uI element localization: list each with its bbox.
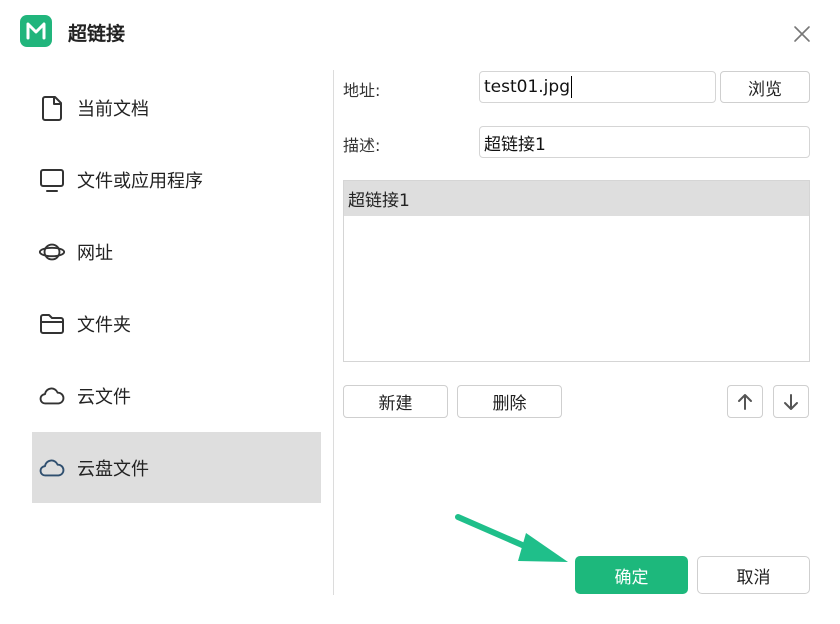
- arrow-down-icon: [784, 393, 798, 410]
- cloud-drive-icon: [38, 454, 66, 482]
- planet-icon: [38, 238, 66, 266]
- sidebar-item-folder[interactable]: 文件夹: [32, 288, 321, 359]
- app-logo: [20, 15, 52, 47]
- panel-divider: [333, 70, 334, 595]
- ok-button[interactable]: 确定: [575, 556, 688, 594]
- hyperlink-list[interactable]: 超链接1: [343, 180, 810, 362]
- sidebar-item-file-or-app[interactable]: 文件或应用程序: [32, 144, 321, 215]
- move-up-button[interactable]: [727, 385, 763, 418]
- logo-icon: [26, 22, 46, 40]
- dialog-title: 超链接: [68, 23, 126, 45]
- arrow-up-icon: [738, 393, 752, 410]
- sidebar-item-label: 文件或应用程序: [77, 170, 203, 192]
- address-value: test01.jpg: [484, 77, 570, 97]
- cloud-icon: [38, 382, 66, 410]
- list-item[interactable]: 超链接1: [344, 181, 809, 216]
- sidebar-item-cloud-drive-file[interactable]: 云盘文件: [32, 432, 321, 503]
- link-type-sidebar: 当前文档 文件或应用程序 网址 文件夹 云文件 云盘文件: [32, 72, 321, 504]
- monitor-icon: [38, 166, 66, 194]
- hyperlink-dialog: 超链接 当前文档 文件或应用程序 网址 文件夹 云文件 云盘文件 地址: tes…: [0, 0, 840, 624]
- delete-button[interactable]: 删除: [457, 385, 562, 418]
- new-button[interactable]: 新建: [343, 385, 448, 418]
- folder-icon: [38, 310, 66, 338]
- sidebar-item-label: 文件夹: [77, 314, 131, 336]
- sidebar-item-label: 云文件: [77, 386, 131, 408]
- sidebar-item-url[interactable]: 网址: [32, 216, 321, 287]
- move-down-button[interactable]: [773, 385, 809, 418]
- address-input[interactable]: test01.jpg: [479, 71, 716, 103]
- close-icon: [794, 26, 810, 42]
- text-caret: [571, 76, 572, 98]
- description-value: 超链接1: [484, 134, 546, 155]
- close-button[interactable]: [788, 20, 816, 48]
- address-label: 地址:: [343, 81, 381, 100]
- browse-button[interactable]: 浏览: [720, 71, 810, 103]
- sidebar-item-current-document[interactable]: 当前文档: [32, 72, 321, 143]
- sidebar-item-label: 当前文档: [77, 98, 149, 120]
- document-icon: [38, 94, 66, 122]
- sidebar-item-label: 网址: [77, 242, 113, 264]
- annotation-arrow-icon: [455, 514, 568, 562]
- sidebar-item-label: 云盘文件: [77, 458, 149, 480]
- description-label: 描述:: [343, 136, 381, 155]
- sidebar-item-cloud-file[interactable]: 云文件: [32, 360, 321, 431]
- cancel-button[interactable]: 取消: [697, 556, 810, 594]
- description-input[interactable]: 超链接1: [479, 126, 810, 158]
